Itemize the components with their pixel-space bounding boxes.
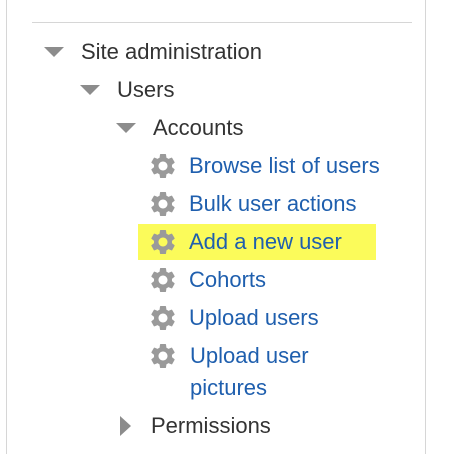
- link-upload-users[interactable]: Upload users: [148, 302, 319, 334]
- expanded-triangle-icon[interactable]: [80, 85, 100, 95]
- tree-node-label: Users: [117, 77, 175, 102]
- upload-pictures-icon-row[interactable]: [148, 340, 189, 372]
- gear-icon: [148, 341, 178, 371]
- gear-icon: [148, 265, 178, 295]
- gear-icon: [148, 151, 178, 181]
- tree-node-label: Permissions: [151, 413, 271, 438]
- gear-icon: [148, 303, 178, 333]
- link-label-line-2: pictures: [190, 375, 268, 400]
- link-label-line-1: Upload user: [190, 343, 309, 368]
- expanded-triangle-icon[interactable]: [116, 123, 136, 133]
- tree-node-permissions[interactable]: Permissions: [116, 410, 271, 442]
- link-label[interactable]: Add a new user: [189, 229, 342, 255]
- expanded-triangle-icon[interactable]: [44, 47, 64, 57]
- link-label[interactable]: Bulk user actions: [189, 191, 357, 217]
- gear-icon: [148, 227, 178, 257]
- link-browse-list-of-users[interactable]: Browse list of users: [148, 150, 380, 182]
- link-label[interactable]: Cohorts: [189, 267, 266, 293]
- tree-node-label: Site administration: [81, 39, 262, 64]
- tree-node-users[interactable]: Users: [80, 74, 174, 106]
- tree-node-accounts[interactable]: Accounts: [116, 112, 244, 144]
- tree-node-site-administration[interactable]: Site administration: [44, 36, 262, 68]
- link-bulk-user-actions[interactable]: Bulk user actions: [148, 188, 357, 220]
- tree-node-label: Accounts: [153, 115, 244, 140]
- gear-icon: [148, 189, 178, 219]
- link-upload-user-pictures[interactable]: Upload user pictures: [190, 340, 309, 404]
- block-top-divider: [32, 22, 412, 23]
- collapsed-triangle-icon[interactable]: [120, 416, 131, 436]
- link-cohorts[interactable]: Cohorts: [148, 264, 266, 296]
- link-add-a-new-user[interactable]: Add a new user: [148, 226, 342, 258]
- link-label[interactable]: Browse list of users: [189, 153, 380, 179]
- link-label[interactable]: Upload users: [189, 305, 319, 331]
